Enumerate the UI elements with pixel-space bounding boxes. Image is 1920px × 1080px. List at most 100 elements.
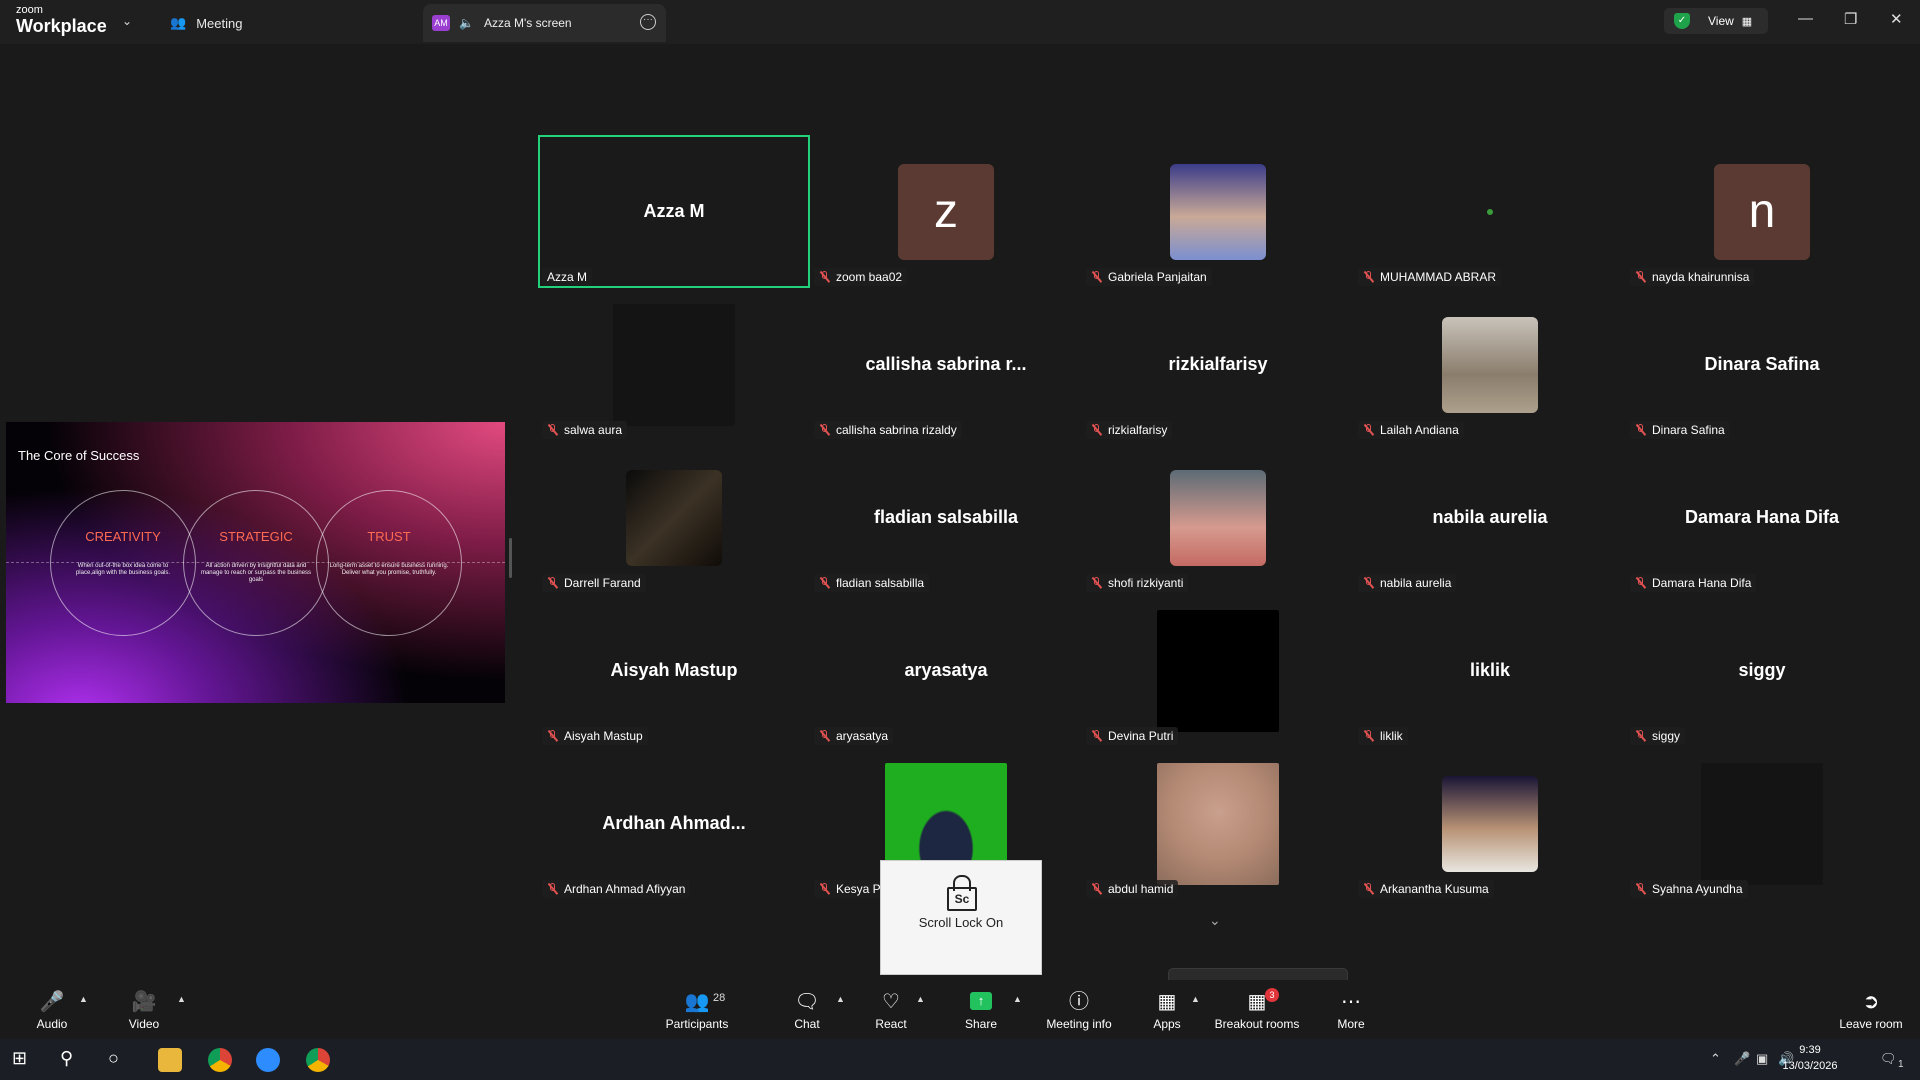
participant-video	[613, 303, 735, 426]
participant-tile[interactable]: Azza M Azza M	[538, 135, 810, 288]
lock-icon: Sc	[945, 875, 977, 911]
chat-button[interactable]: 🗨 Chat	[790, 980, 824, 1039]
participant-video	[1157, 609, 1279, 732]
chrome-icon[interactable]	[208, 1048, 232, 1072]
participant-tile[interactable]: nabila aurelia nabila aurelia	[1354, 441, 1626, 594]
taskbar-clock[interactable]: 9:39 13/03/2026	[1780, 1042, 1840, 1074]
participant-name: nabila aurelia	[1380, 576, 1452, 590]
chat-label: Chat	[794, 1017, 820, 1031]
chevron-up-icon[interactable]: ⌃	[1710, 1051, 1721, 1067]
notification-icon[interactable]: 🗨	[1880, 1051, 1897, 1067]
file-explorer-icon[interactable]	[158, 1048, 182, 1072]
shared-slide[interactable]: The Core of Success CREATIVITY When out-…	[6, 422, 505, 703]
participant-name: Arkanantha Kusuma	[1380, 882, 1489, 896]
caret-up-icon[interactable]: ▲	[177, 994, 186, 1004]
participant-tile[interactable]: fladian salsabilla fladian salsabilla	[810, 441, 1082, 594]
chevron-down-icon[interactable]: ⌄	[1209, 912, 1221, 929]
participant-name-label: Azza M	[542, 268, 593, 286]
caret-up-icon[interactable]: ▲	[1191, 994, 1200, 1004]
windows-taskbar: ⊞ ⚲ ○ ⌃ 🎤 ▣ 🔊 9:39 13/03/2026 🗨 1	[0, 1039, 1920, 1080]
participant-tile[interactable]: Aisyah Mastup Aisyah Mastup	[538, 594, 810, 747]
task-view-icon[interactable]: ○	[108, 1048, 132, 1072]
share-button[interactable]: ↑ Share	[962, 980, 1000, 1039]
audio-button[interactable]: 🎤 Audio	[32, 980, 72, 1039]
caret-up-icon[interactable]: ▲	[916, 994, 925, 1004]
network-icon[interactable]: ▣	[1756, 1051, 1768, 1067]
circle-title: TRUST	[367, 529, 411, 544]
windows-start-icon[interactable]: ⊞	[12, 1048, 36, 1072]
mic-muted-icon	[1635, 883, 1647, 895]
mic-muted-icon	[1635, 577, 1647, 589]
participant-center-name: liklik	[1469, 660, 1511, 680]
caret-up-icon[interactable]: ▲	[79, 994, 88, 1004]
microphone-icon[interactable]: 🎤	[1734, 1051, 1750, 1067]
tab-shared-screen[interactable]: AM 🔈 Azza M's screen ···	[423, 4, 666, 42]
tab-meeting[interactable]: 👥 Meeting	[170, 12, 242, 34]
more-options-icon[interactable]: ···	[640, 14, 656, 30]
participant-tile[interactable]: Arkanantha Kusuma	[1354, 747, 1626, 900]
participant-name: aryasatya	[836, 729, 889, 743]
chevron-down-icon[interactable]: ⌄	[122, 14, 132, 28]
participant-video	[1170, 163, 1266, 260]
participants-label: Participants	[665, 1017, 729, 1031]
minimize-icon[interactable]: —	[1798, 10, 1813, 27]
participant-name-label: nabila aurelia	[1358, 574, 1457, 592]
participant-tile[interactable]: Damara Hana Difa Damara Hana Difa	[1626, 441, 1898, 594]
participant-tile[interactable]: MUHAMMAD ABRAR	[1354, 135, 1626, 288]
participant-center-name: Ardhan Ahmad...	[602, 813, 746, 833]
restore-icon[interactable]: ❐	[1844, 10, 1857, 28]
more-button[interactable]: ⋯ More	[1334, 980, 1368, 1039]
participant-tile[interactable]: Lailah Andiana	[1354, 288, 1626, 441]
participant-tile[interactable]: salwa aura	[538, 288, 810, 441]
avatar: AM	[432, 15, 450, 31]
participant-name: Lailah Andiana	[1380, 423, 1459, 437]
participant-tile[interactable]: Devina Putri	[1082, 594, 1354, 747]
zoom-logo[interactable]: zoom Workplace	[16, 5, 107, 36]
participant-tile[interactable]: Darrell Farand	[538, 441, 810, 594]
participants-button[interactable]: 👥 Participants	[660, 980, 734, 1039]
react-button[interactable]: ♡ React	[874, 980, 908, 1039]
video-button[interactable]: 🎥 Video	[124, 980, 164, 1039]
participant-tile[interactable]: z zoom baa02	[810, 135, 1082, 288]
mic-muted-icon	[1091, 424, 1103, 436]
zoom-app-icon[interactable]	[256, 1048, 280, 1072]
grid-icon: ▦	[1741, 15, 1753, 28]
caret-up-icon[interactable]: ▲	[836, 994, 845, 1004]
participant-tile[interactable]: callisha sabrina r... callisha sabrina ri…	[810, 288, 1082, 441]
participant-name-label: zoom baa02	[814, 268, 908, 286]
circle-title: CREATIVITY	[85, 529, 161, 544]
participant-tile[interactable]: liklik liklik	[1354, 594, 1626, 747]
mic-muted-icon	[1363, 424, 1375, 436]
apps-button[interactable]: ▦ Apps	[1150, 980, 1184, 1039]
close-icon[interactable]: ✕	[1890, 10, 1903, 28]
participant-tile[interactable]: Gabriela Panjaitan	[1082, 135, 1354, 288]
participant-name-label: Ardhan Ahmad Afiyyan	[542, 880, 691, 898]
participant-tile[interactable]: Dinara Safina Dinara Safina	[1626, 288, 1898, 441]
participant-center-name: Azza M	[643, 201, 705, 221]
participant-tile[interactable]: shofi rizkiyanti	[1082, 441, 1354, 594]
participant-name: Devina Putri	[1108, 729, 1174, 743]
meeting-info-button[interactable]: ⓘ Meeting info	[1042, 980, 1116, 1039]
participant-tile[interactable]: Syahna Ayundha	[1626, 747, 1898, 900]
resize-handle[interactable]	[509, 538, 512, 578]
participant-name-label: Darrell Farand	[542, 574, 646, 592]
breakout-rooms-button[interactable]: ▦ Breakout rooms	[1214, 980, 1300, 1039]
participant-name-label: salwa aura	[542, 421, 628, 439]
participant-tile[interactable]: n nayda khairunnisa	[1626, 135, 1898, 288]
search-icon[interactable]: ⚲	[60, 1048, 84, 1072]
caret-up-icon[interactable]: ▲	[1013, 994, 1022, 1004]
participant-tile[interactable]: siggy siggy	[1626, 594, 1898, 747]
participant-tile[interactable]: Ardhan Ahmad... Ardhan Ahmad Afiyyan	[538, 747, 810, 900]
leave-room-button[interactable]: ➲ Leave room	[1838, 980, 1904, 1039]
chrome-icon[interactable]	[306, 1048, 330, 1072]
status-dot	[1487, 208, 1493, 215]
avatar: n	[1714, 163, 1810, 260]
participant-name: MUHAMMAD ABRAR	[1380, 270, 1497, 284]
leave-icon: ➲	[1862, 991, 1880, 1013]
circle-desc: When out-of-the box idea come to place,a…	[75, 563, 171, 576]
avatar: z	[898, 163, 994, 260]
participant-tile[interactable]: rizkialfarisy rizkialfarisy	[1082, 288, 1354, 441]
participant-tile[interactable]: abdul hamid	[1082, 747, 1354, 900]
view-button[interactable]: ✓ View ▦	[1664, 8, 1768, 34]
participant-tile[interactable]: aryasatya aryasatya	[810, 594, 1082, 747]
